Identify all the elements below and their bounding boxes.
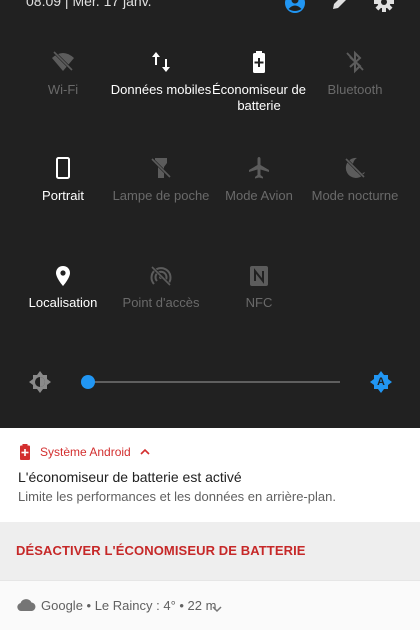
location-icon — [51, 264, 75, 288]
settings-icon[interactable] — [374, 0, 394, 17]
notification-app-name: Système Android — [40, 445, 131, 459]
cloud-icon — [16, 598, 36, 617]
tile-label: Mode Avion — [225, 188, 293, 203]
tile-airplane-mode[interactable]: Mode Avion — [207, 156, 311, 226]
tile-label: NFC — [245, 295, 273, 310]
brightness-icon — [28, 370, 52, 399]
tile-night-mode[interactable]: Mode nocturne — [303, 156, 407, 226]
brightness-slider-track[interactable] — [87, 381, 340, 383]
tile-wifi[interactable]: Wi-Fi — [11, 50, 115, 120]
tile-label: Lampe de poche — [112, 188, 210, 203]
notification-title: L'économiseur de batterie est activé — [18, 469, 242, 485]
tile-battery-saver[interactable]: Économiseur de batterie — [207, 50, 311, 120]
status-time-date: 08:09 | Mer. 17 janv. — [26, 0, 152, 9]
tile-label: Données mobiles — [110, 82, 212, 97]
quick-settings-panel: 08:09 | Mer. 17 janv. Wi-Fi Données mobi… — [0, 0, 420, 428]
tile-label: Économiseur de batterie — [212, 82, 306, 113]
hotspot-icon — [149, 264, 173, 288]
disable-battery-saver-button[interactable]: DÉSACTIVER L'ÉCONOMISEUR DE BATTERIE — [16, 542, 306, 560]
status-bar: 08:09 | Mer. 17 janv. — [0, 0, 420, 22]
night-mode-icon — [343, 156, 367, 180]
auto-brightness-badge: A — [377, 376, 385, 388]
notification-actions: DÉSACTIVER L'ÉCONOMISEUR DE BATTERIE — [0, 522, 420, 580]
chevron-down-icon[interactable] — [212, 601, 222, 619]
account-icon[interactable] — [284, 0, 306, 19]
bluetooth-icon — [343, 50, 367, 74]
notification-text: Limite les performances et les données e… — [18, 489, 336, 504]
weather-notification[interactable]: Google • Le Raincy : 4° • 22 m — [0, 580, 420, 630]
tile-label: Mode nocturne — [311, 188, 399, 203]
tile-bluetooth[interactable]: Bluetooth — [303, 50, 407, 120]
tile-label: Localisation — [28, 295, 98, 310]
tile-label: Point d'accès — [122, 295, 200, 310]
flashlight-icon — [149, 156, 173, 180]
brightness-row: A — [0, 360, 420, 404]
edit-icon[interactable] — [330, 0, 350, 17]
nfc-icon — [247, 264, 271, 288]
tile-label: Bluetooth — [327, 82, 383, 97]
auto-brightness-icon[interactable]: A — [369, 370, 393, 399]
weather-text: Google • Le Raincy : 4° • 22 m — [41, 598, 217, 613]
tile-hotspot[interactable]: Point d'accès — [109, 264, 213, 316]
brightness-slider-thumb[interactable] — [81, 375, 95, 389]
notification-card[interactable]: Système Android L'économiseur de batteri… — [0, 428, 420, 522]
chevron-up-icon[interactable] — [140, 445, 150, 463]
mobile-data-icon — [149, 50, 173, 74]
tile-label: Portrait — [42, 188, 84, 203]
battery-saver-icon — [247, 50, 271, 74]
tile-label: Wi-Fi — [47, 82, 79, 97]
portrait-icon — [51, 156, 75, 180]
tile-portrait[interactable]: Portrait — [11, 156, 115, 226]
airplane-icon — [247, 156, 271, 180]
tile-location[interactable]: Localisation — [11, 264, 115, 316]
tile-nfc[interactable]: NFC — [207, 264, 311, 316]
tile-flashlight[interactable]: Lampe de poche — [109, 156, 213, 226]
wifi-off-icon — [51, 50, 75, 74]
battery-saver-small-icon — [18, 444, 32, 465]
tile-mobile-data[interactable]: Données mobiles — [109, 50, 213, 120]
